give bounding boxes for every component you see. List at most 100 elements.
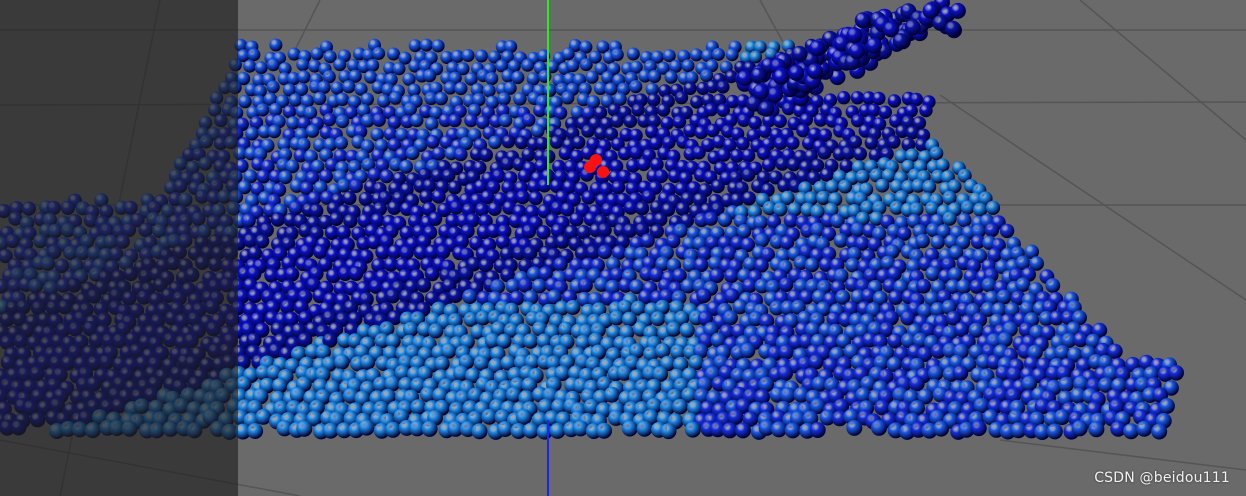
particle (604, 82, 618, 96)
particle (266, 58, 280, 72)
particle (334, 354, 350, 370)
particle (269, 38, 283, 52)
particle (621, 420, 638, 437)
particle (385, 421, 401, 438)
particle (691, 145, 706, 160)
highlighted-particle (590, 154, 602, 166)
particle (329, 211, 344, 226)
particle (1015, 277, 1031, 293)
particle (778, 277, 794, 292)
particle (813, 113, 828, 127)
highlighted-particle (597, 166, 609, 178)
particle (312, 91, 327, 106)
particle (696, 288, 712, 304)
particle (98, 354, 115, 370)
particle (194, 255, 210, 270)
particle (629, 80, 643, 94)
particle (471, 423, 488, 440)
particle (645, 125, 659, 139)
particle (462, 289, 478, 305)
particle (86, 288, 102, 304)
particle (247, 288, 263, 304)
particle (40, 256, 56, 271)
particle (254, 234, 270, 249)
particle (223, 246, 238, 261)
particle (623, 114, 638, 128)
particle (952, 365, 969, 381)
particle (448, 113, 462, 128)
particle (21, 201, 36, 216)
particle (579, 58, 593, 72)
crest-particle (866, 37, 882, 54)
particle (485, 72, 499, 86)
particle (205, 321, 221, 337)
particle (635, 201, 650, 216)
particle (431, 189, 446, 204)
particle (501, 134, 516, 149)
particle (423, 69, 437, 83)
particle (601, 71, 615, 85)
particle (28, 278, 43, 294)
particle (367, 167, 382, 182)
particle (571, 135, 586, 150)
particle (387, 47, 400, 61)
crest-particle (750, 67, 767, 84)
particle (447, 180, 462, 195)
particle (674, 90, 689, 105)
particle (336, 178, 351, 193)
crest-particle (848, 43, 865, 60)
particle (84, 422, 101, 439)
particle (930, 235, 945, 250)
particle (781, 101, 796, 116)
particle (841, 146, 856, 160)
particle (709, 268, 725, 284)
particle (287, 47, 301, 61)
crest-particle (892, 33, 909, 50)
particle (480, 190, 495, 205)
crest-particle (949, 2, 966, 19)
particle (684, 421, 701, 438)
particle (482, 84, 496, 98)
particle (666, 321, 682, 337)
3d-viewport[interactable]: CSDN @beidou111 (0, 0, 1246, 496)
particle (209, 91, 224, 105)
particle (66, 277, 82, 293)
particle (5, 233, 20, 249)
particle (780, 387, 796, 404)
particle (578, 277, 593, 293)
particle (927, 365, 944, 381)
particle (284, 266, 300, 282)
particle (515, 190, 530, 205)
particle (511, 70, 525, 85)
particle (270, 212, 285, 227)
crest-particle (944, 20, 961, 37)
particle (611, 180, 626, 195)
particle (29, 411, 46, 428)
fluid-particles (0, 0, 1184, 440)
particle (254, 61, 268, 75)
particle (922, 179, 937, 194)
particle (449, 200, 464, 215)
particle (305, 124, 320, 138)
particle (228, 81, 242, 95)
particle (299, 244, 314, 259)
particle (247, 48, 261, 62)
particle (475, 49, 488, 63)
particle (342, 80, 356, 94)
particle (497, 92, 511, 106)
particle (909, 375, 925, 392)
particle (1159, 398, 1175, 414)
particle (479, 148, 493, 162)
particle (984, 222, 1000, 238)
particle (609, 310, 625, 326)
particle (741, 148, 756, 163)
particle (138, 222, 153, 238)
particle (681, 59, 695, 73)
particle (247, 246, 263, 261)
particle-scene[interactable] (0, 0, 1246, 496)
watermark-text: CSDN @beidou111 (1094, 470, 1230, 486)
particle (1088, 421, 1105, 438)
particle (208, 257, 223, 272)
particle (416, 277, 432, 293)
particle (241, 213, 256, 228)
